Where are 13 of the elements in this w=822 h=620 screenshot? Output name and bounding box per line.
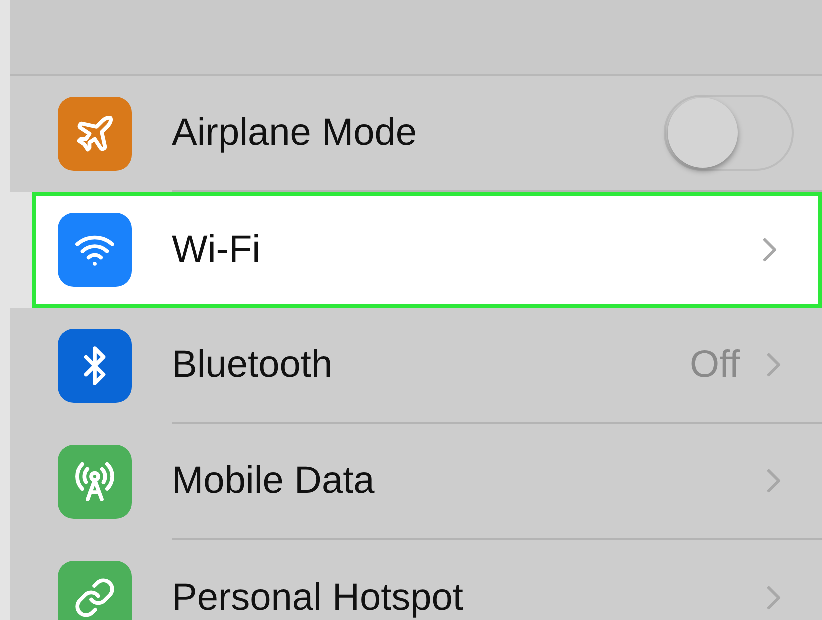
antenna-icon [74, 461, 116, 503]
setting-value: Off [690, 342, 740, 388]
settings-row[interactable]: Airplane Mode [10, 76, 822, 192]
setting-label: Wi-Fi [172, 228, 262, 272]
setting-label: Bluetooth [172, 342, 334, 388]
settings-row[interactable]: Mobile Data [10, 424, 822, 540]
setting-label: Mobile Data [172, 458, 376, 504]
highlighted-settings-row[interactable]: Wi-Fi [32, 192, 822, 308]
setting-label: Airplane Mode [172, 110, 418, 156]
chain-link-icon [74, 577, 116, 619]
settings-row[interactable]: Bluetooth Off [10, 308, 822, 424]
setting-label: Personal Hotspot [172, 576, 464, 620]
settings-row[interactable]: Personal Hotspot [10, 540, 822, 620]
